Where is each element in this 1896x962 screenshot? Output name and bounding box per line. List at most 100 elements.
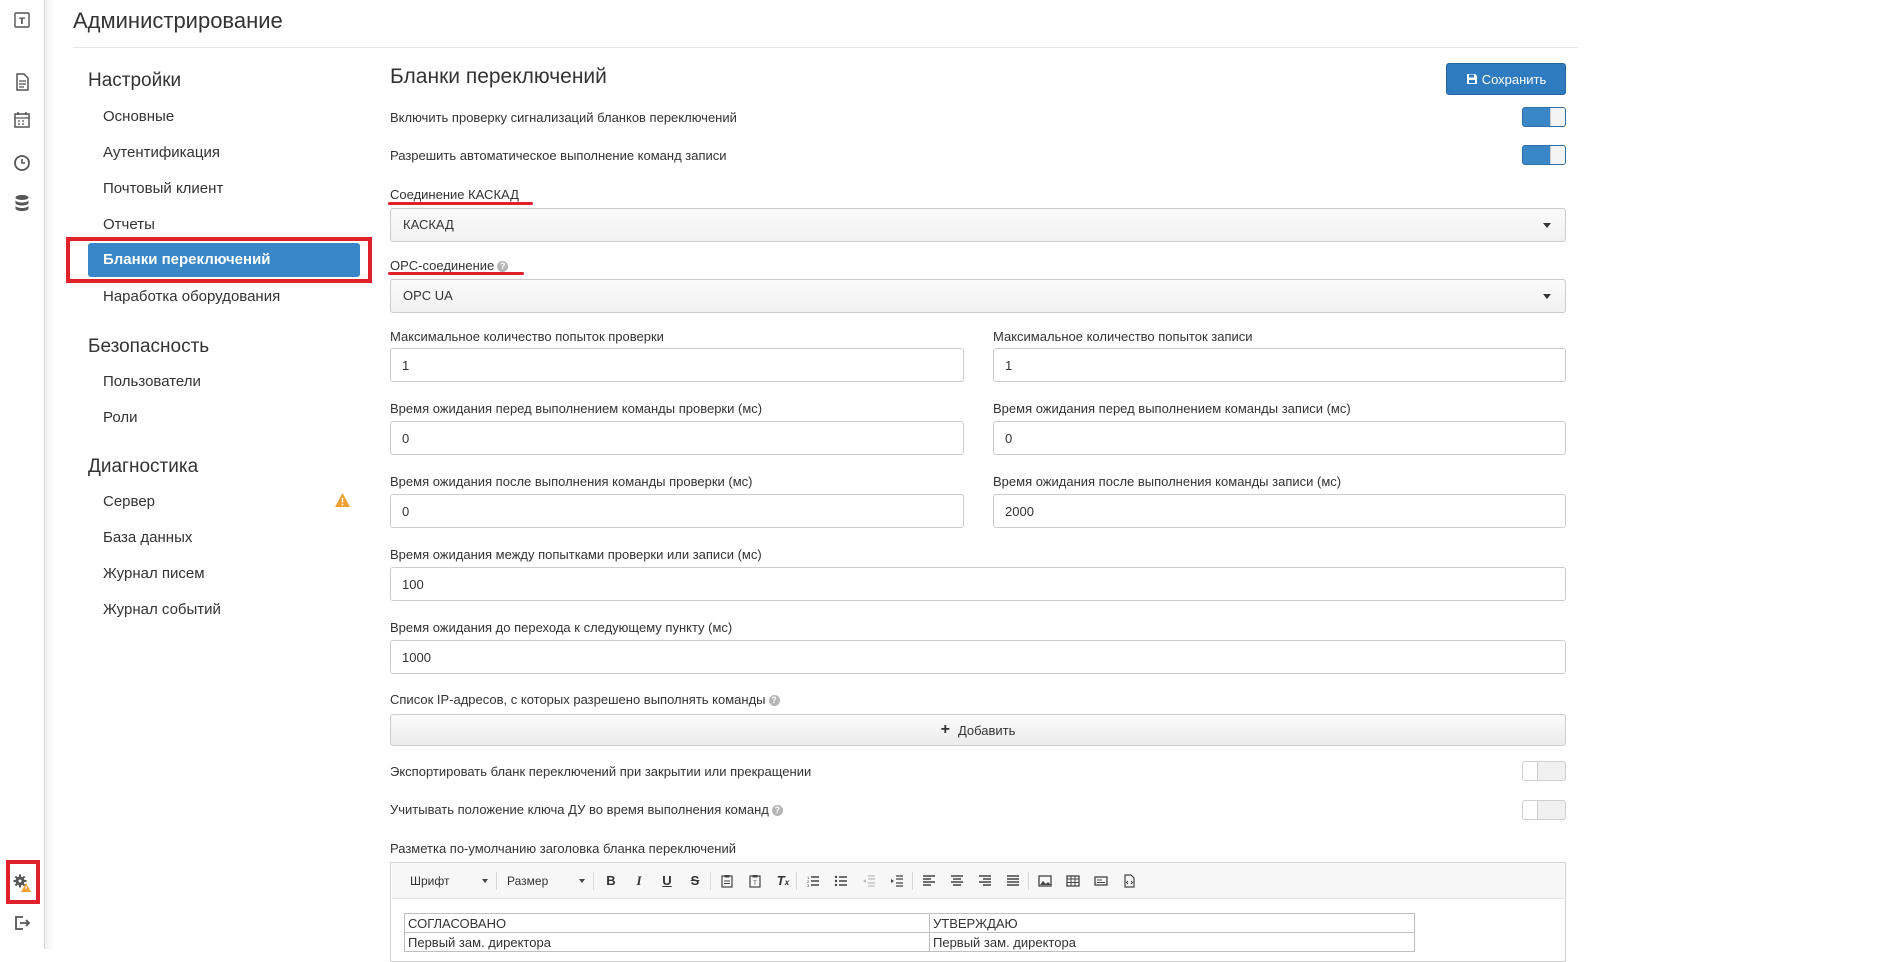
font-select[interactable]: Шрифт	[410, 871, 490, 891]
toggle-auto-write[interactable]	[1522, 145, 1566, 165]
rail-shadow	[44, 0, 54, 949]
icon-rail: T	[0, 0, 45, 949]
image-icon[interactable]	[1036, 872, 1054, 890]
toolbar-divider	[1028, 872, 1029, 890]
save-icon	[1466, 74, 1477, 84]
nav-item-general[interactable]: Основные	[103, 108, 174, 125]
align-justify-icon[interactable]	[1004, 872, 1022, 890]
max-check-input[interactable]	[390, 348, 964, 382]
ip-list-label: Список IP-адресов, с которых разрешено в…	[390, 692, 780, 707]
outdent-icon[interactable]	[860, 872, 878, 890]
chevron-down-icon	[579, 879, 585, 883]
add-ip-button[interactable]: + Добавить	[390, 714, 1566, 746]
help-icon[interactable]: ?	[497, 261, 509, 273]
header-markup-editor[interactable]: Шрифт Размер B I U S T Tx 123 СОГЛАСОВАН…	[390, 862, 1566, 962]
font-select-label: Шрифт	[410, 874, 450, 888]
nav-item-mail-log[interactable]: Журнал писем	[103, 565, 205, 582]
toggle-auto-write-label: Разрешить автоматическое выполнение кома…	[390, 148, 727, 163]
nav-item-server[interactable]: Сервер	[103, 493, 155, 510]
wait-next-label: Время ожидания до перехода к следующему …	[390, 620, 733, 635]
export-label: Экспортировать бланк переключений при за…	[390, 764, 812, 779]
calendar-icon[interactable]	[12, 110, 32, 130]
table-row: СОГЛАСОВАНО УТВЕРЖДАЮ	[404, 913, 1415, 933]
toolbar-divider	[496, 872, 497, 890]
toggle-export[interactable]	[1522, 761, 1566, 781]
wait-after-check-input[interactable]	[390, 494, 964, 528]
settings-highlight-box	[6, 860, 40, 904]
plus-icon: +	[940, 721, 950, 738]
nav-item-authentication[interactable]: Аутентификация	[103, 144, 220, 161]
connection-select[interactable]: КАСКАД	[390, 208, 1566, 242]
save-button-label: Сохранить	[1481, 71, 1547, 87]
source-code-icon[interactable]	[1120, 872, 1138, 890]
opc-label-underline	[388, 272, 524, 275]
database-icon[interactable]	[12, 193, 32, 213]
app-logo-icon[interactable]: T	[12, 10, 32, 30]
paste-icon[interactable]	[718, 872, 736, 890]
underline-icon[interactable]: U	[658, 872, 676, 890]
nav-item-event-log[interactable]: Журнал событий	[103, 601, 221, 618]
align-left-icon[interactable]	[920, 872, 938, 890]
nav-section-diagnostics: Диагностика	[88, 456, 199, 477]
opc-select-value: OPC UA	[403, 288, 453, 303]
wait-before-check-label: Время ожидания перед выполнением команды…	[390, 401, 763, 416]
paste-text-icon[interactable]: T	[746, 872, 764, 890]
table-cell[interactable]: СОГЛАСОВАНО	[404, 913, 930, 933]
wait-between-input[interactable]	[390, 567, 1566, 601]
nav-item-equipment-runtime[interactable]: Наработка оборудования	[103, 288, 280, 305]
strikethrough-icon[interactable]: S	[686, 872, 704, 890]
size-select-label: Размер	[507, 874, 549, 888]
nav-item-users[interactable]: Пользователи	[103, 373, 201, 390]
table-icon[interactable]	[1064, 872, 1082, 890]
toolbar-divider	[710, 872, 711, 890]
section-title: Бланки переключений	[390, 65, 607, 88]
wait-before-write-input[interactable]	[993, 421, 1566, 455]
document-icon[interactable]	[12, 72, 32, 92]
toolbar-divider	[796, 872, 797, 890]
wait-after-write-input[interactable]	[993, 494, 1566, 528]
table-cell[interactable]: УТВЕРЖДАЮ	[929, 913, 1415, 933]
page-title: Администрирование	[73, 8, 283, 33]
wait-after-write-label: Время ожидания после выполнения команды …	[993, 474, 1342, 489]
header-markup-table[interactable]: СОГЛАСОВАНО УТВЕРЖДАЮ Первый зам. директ…	[404, 913, 1415, 952]
opc-label-text: OPC-соединение	[390, 258, 495, 273]
numbered-list-icon[interactable]: 123	[804, 872, 822, 890]
nav-item-mail-client[interactable]: Почтовый клиент	[103, 180, 223, 197]
nav-item-reports[interactable]: Отчеты	[103, 216, 155, 233]
connection-label-underline	[388, 202, 533, 205]
help-icon[interactable]: ?	[771, 805, 783, 817]
wait-next-input[interactable]	[390, 640, 1566, 674]
max-write-input[interactable]	[993, 348, 1566, 382]
key-label: Учитывать положение ключа ДУ во время вы…	[390, 802, 783, 817]
clear-format-icon[interactable]: Tx	[774, 872, 792, 890]
nav-section-settings: Настройки	[88, 70, 182, 91]
save-button[interactable]: Сохранить	[1446, 63, 1566, 95]
align-right-icon[interactable]	[976, 872, 994, 890]
help-icon[interactable]: ?	[768, 695, 780, 707]
toggle-alarm-check[interactable]	[1522, 107, 1566, 127]
key-label-text: Учитывать положение ключа ДУ во время вы…	[390, 802, 769, 817]
nav-item-database[interactable]: База данных	[103, 529, 192, 546]
toggle-alarm-check-label: Включить проверку сигнализаций бланков п…	[390, 110, 737, 125]
form-field-icon[interactable]	[1092, 872, 1110, 890]
nav-item-roles[interactable]: Роли	[103, 409, 138, 426]
active-item-highlight-box	[66, 237, 372, 283]
align-center-icon[interactable]	[948, 872, 966, 890]
max-write-label: Максимальное количество попыток записи	[993, 329, 1253, 344]
bold-icon[interactable]: B	[602, 872, 620, 890]
chevron-down-icon	[1543, 223, 1551, 228]
toolbar-divider	[593, 872, 594, 890]
indent-icon[interactable]	[888, 872, 906, 890]
bullet-list-icon[interactable]	[832, 872, 850, 890]
clock-icon[interactable]	[12, 153, 32, 173]
wait-before-check-input[interactable]	[390, 421, 964, 455]
svg-text:T: T	[19, 17, 26, 27]
opc-select[interactable]: OPC UA	[390, 279, 1566, 313]
nav-section-security: Безопасность	[88, 336, 210, 357]
chevron-down-icon	[1543, 294, 1551, 299]
connection-label: Соединение КАСКАД	[390, 187, 519, 202]
toggle-key[interactable]	[1522, 800, 1566, 820]
logout-icon[interactable]	[12, 913, 32, 933]
italic-icon[interactable]: I	[630, 872, 648, 890]
size-select[interactable]: Размер	[507, 871, 587, 891]
